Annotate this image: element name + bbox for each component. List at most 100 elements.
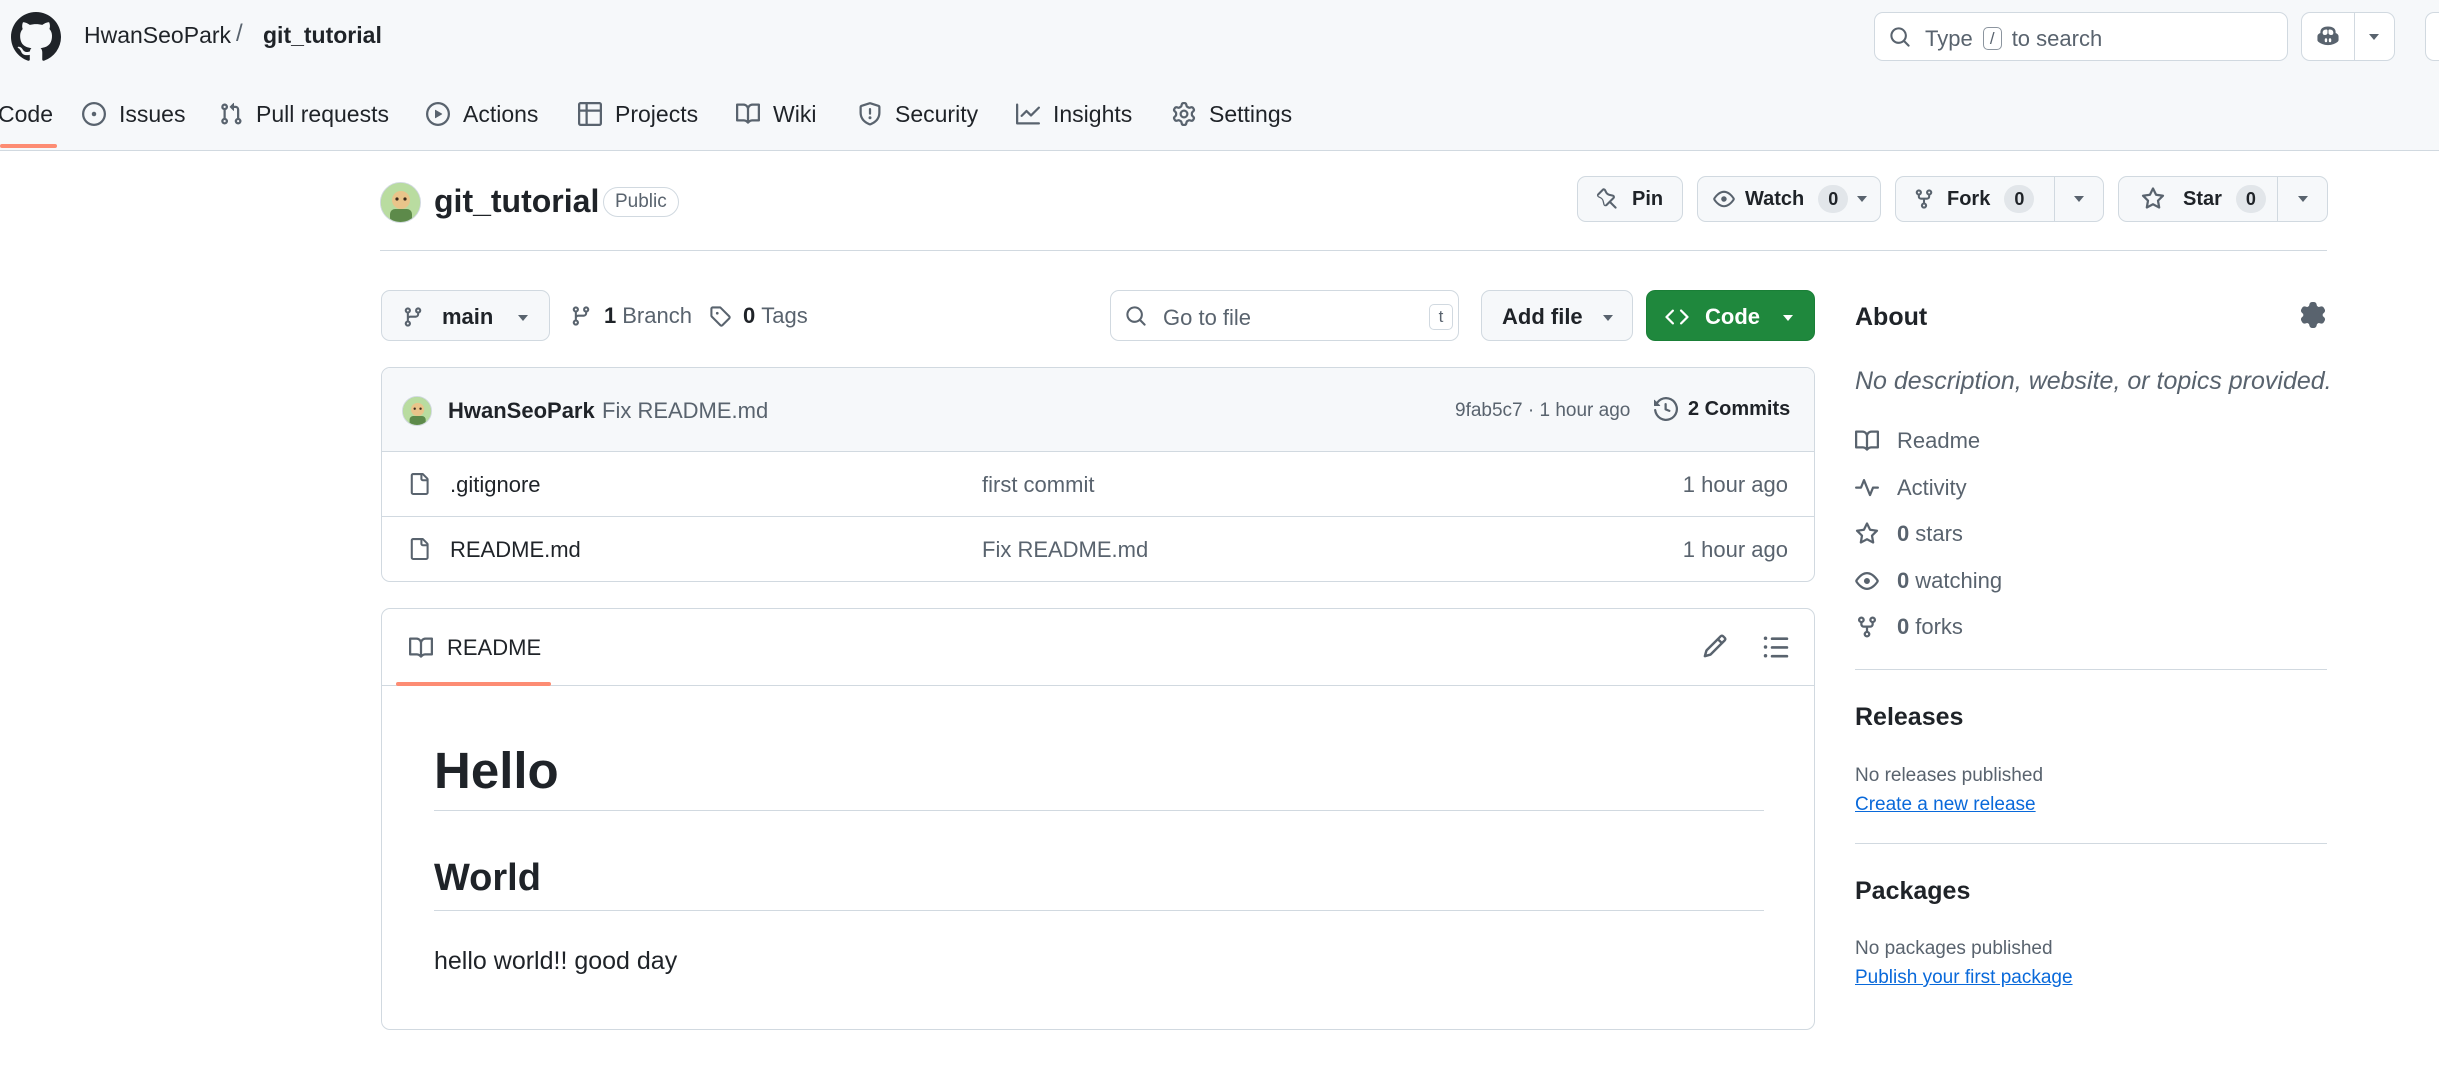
fork-dropdown-caret[interactable] <box>2071 193 2087 205</box>
watching-link[interactable]: 0 watching <box>1855 568 2002 594</box>
tags-count: 0 <box>743 303 756 328</box>
table-icon <box>578 102 602 126</box>
shield-icon <box>859 102 881 126</box>
packages-heading[interactable]: Packages <box>1855 877 1970 906</box>
about-description: No description, website, or topics provi… <box>1855 367 2332 395</box>
pin-label: Pin <box>1632 187 1664 210</box>
file-commit-time: 1 hour ago <box>1682 472 1788 497</box>
activity-link[interactable]: Activity <box>1855 475 1967 501</box>
file-table: HwanSeoPark Fix README.md 9fab5c7 · 1 ho… <box>381 367 1815 582</box>
forks-link[interactable]: 0 forks <box>1855 614 1963 640</box>
readme-tab-indicator <box>396 682 551 686</box>
tab-issues[interactable]: Issues <box>82 96 185 132</box>
readme-heading-2: World <box>434 857 1764 911</box>
watch-dropdown-caret[interactable] <box>1854 193 1870 205</box>
graph-icon <box>1016 103 1040 125</box>
stars-link[interactable]: 0 stars <box>1855 521 1963 547</box>
watching-label: watching <box>1915 568 2003 593</box>
tab-settings[interactable]: Settings <box>1172 96 1292 132</box>
star-icon <box>2141 187 2165 209</box>
pin-icon <box>1596 188 1617 209</box>
book-icon <box>409 637 433 658</box>
breadcrumb-repo[interactable]: git_tutorial <box>263 22 382 49</box>
code-icon <box>1665 305 1689 329</box>
activity-link-label: Activity <box>1897 475 1967 500</box>
tab-insights-label: Insights <box>1053 100 1133 127</box>
repo-owner-avatar[interactable] <box>380 182 421 223</box>
releases-heading[interactable]: Releases <box>1855 703 1963 732</box>
file-row[interactable]: README.md Fix README.md 1 hour ago <box>382 517 1814 581</box>
sidebar-divider <box>1855 669 2327 670</box>
readme-link[interactable]: Readme <box>1855 428 1980 454</box>
watch-button[interactable]: Watch 0 <box>1697 176 1881 222</box>
commit-author-avatar[interactable] <box>402 396 432 426</box>
chevron-down-icon[interactable] <box>2366 31 2382 43</box>
branches-label: Branch <box>622 303 692 328</box>
commits-history-link[interactable]: 2 Commits <box>1654 397 1790 421</box>
chevron-down-icon <box>1780 312 1796 324</box>
file-name[interactable]: .gitignore <box>450 472 541 498</box>
watch-label: Watch <box>1745 187 1805 210</box>
go-to-file-input[interactable]: Go to file t <box>1110 290 1459 341</box>
tab-security-label: Security <box>895 100 979 127</box>
readme-panel: README Hello World hello world!! good da… <box>381 608 1815 1030</box>
tab-actions-label: Actions <box>463 100 539 127</box>
watching-count: 0 <box>1897 568 1910 593</box>
chevron-down-icon <box>1600 312 1616 324</box>
tags-link[interactable]: 0 Tags <box>709 303 808 329</box>
eye-icon <box>1855 572 1879 590</box>
fork-button[interactable]: Fork 0 <box>1895 176 2104 222</box>
create-release-link[interactable]: Create a new release <box>1855 794 2036 816</box>
file-row[interactable]: .gitignore first commit 1 hour ago <box>382 452 1814 517</box>
gear-icon[interactable] <box>2300 302 2326 328</box>
tab-actions[interactable]: Actions <box>426 96 538 132</box>
file-name[interactable]: README.md <box>450 537 581 563</box>
copilot-divider <box>2354 13 2355 60</box>
stars-label: stars <box>1915 521 1963 546</box>
branches-count: 1 <box>604 303 617 328</box>
forks-count: 0 <box>1897 614 1910 639</box>
tab-settings-label: Settings <box>1209 100 1293 127</box>
copilot-button[interactable] <box>2301 12 2395 61</box>
commit-hash-time[interactable]: 9fab5c7 · 1 hour ago <box>1455 400 1630 422</box>
branch-selector-button[interactable]: main <box>381 290 550 341</box>
pencil-icon[interactable] <box>1702 633 1728 659</box>
file-commit-message[interactable]: Fix README.md <box>982 537 1148 563</box>
tab-insights[interactable]: Insights <box>1016 96 1132 132</box>
commit-message[interactable]: Fix README.md <box>602 398 768 424</box>
add-file-button[interactable]: Add file <box>1481 290 1633 341</box>
search-shortcut-key: / <box>1982 27 2002 50</box>
fork-divider <box>2054 177 2055 221</box>
readme-tab-label: README <box>447 635 542 660</box>
readme-tab[interactable]: README <box>409 635 541 661</box>
play-icon <box>426 102 450 126</box>
commit-author[interactable]: HwanSeoPark <box>448 398 595 424</box>
list-icon[interactable] <box>1762 633 1790 661</box>
app-header: HwanSeoPark / git_tutorial Type / to sea… <box>0 0 2439 151</box>
global-search-input[interactable]: Type / to search <box>1874 12 2288 61</box>
star-button[interactable]: Star 0 <box>2118 176 2328 222</box>
github-logo-icon[interactable] <box>11 12 61 62</box>
star-dropdown-caret[interactable] <box>2295 193 2311 205</box>
breadcrumb-owner[interactable]: HwanSeoPark <box>84 22 231 49</box>
about-heading: About <box>1855 303 1928 331</box>
pin-button[interactable]: Pin <box>1577 176 1683 222</box>
header-overflow-button[interactable] <box>2425 12 2439 61</box>
star-icon <box>1855 522 1879 544</box>
file-commit-message[interactable]: first commit <box>982 472 1094 498</box>
fork-label: Fork <box>1947 187 1991 210</box>
branch-icon <box>572 306 590 326</box>
branches-link[interactable]: 1 Branch <box>570 303 692 329</box>
tab-wiki[interactable]: Wiki <box>736 96 816 132</box>
tags-label: Tags <box>761 303 808 328</box>
code-button[interactable]: Code <box>1646 290 1815 341</box>
tab-projects[interactable]: Projects <box>578 96 698 132</box>
repo-title[interactable]: git_tutorial <box>434 183 599 220</box>
tab-pull-requests[interactable]: Pull requests <box>219 96 389 132</box>
stars-count: 0 <box>1897 521 1910 546</box>
publish-package-link[interactable]: Publish your first package <box>1855 967 2073 989</box>
tab-code[interactable]: Code <box>0 96 53 132</box>
branch-name: main <box>442 304 494 329</box>
tab-security[interactable]: Security <box>858 96 978 132</box>
tag-icon <box>710 306 731 327</box>
